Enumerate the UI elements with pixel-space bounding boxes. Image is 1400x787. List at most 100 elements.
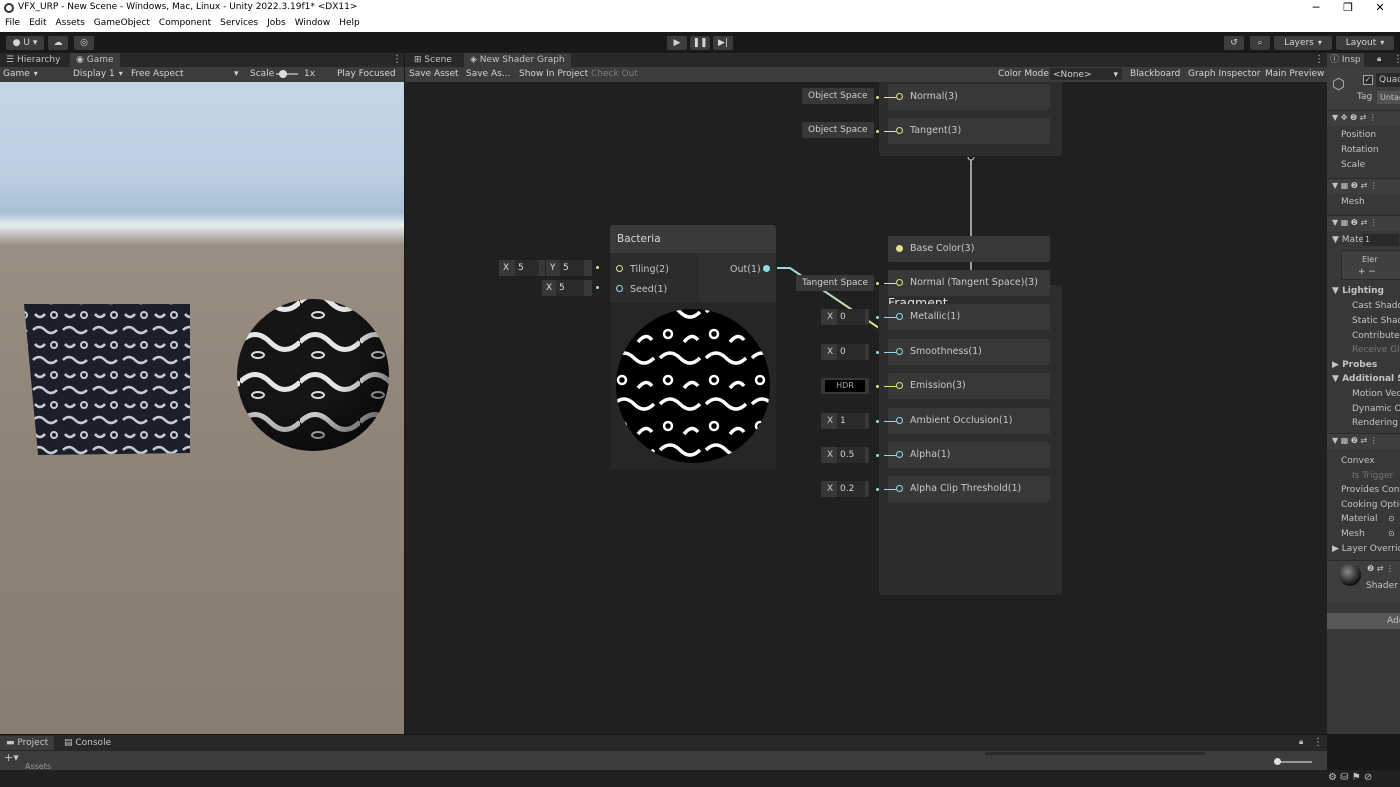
tab-project[interactable]: ▬ Project: [0, 736, 55, 750]
cloud-icon[interactable]: ☁: [48, 36, 68, 50]
fragment-port[interactable]: Smoothness(1): [888, 339, 1050, 365]
material-element[interactable]: Eler: [1362, 255, 1378, 264]
color-mode-dropdown[interactable]: <None> ▾: [1050, 68, 1122, 80]
fragment-port-pin[interactable]: [896, 382, 903, 389]
maximize-button[interactable]: ❐: [1334, 0, 1362, 16]
game-mode-dropdown[interactable]: Game: [3, 67, 38, 81]
vertex-normal-port[interactable]: Normal(3): [888, 84, 1050, 110]
pause-button[interactable]: ❚❚: [690, 36, 710, 50]
additional-settings-foldout[interactable]: ▼ Additional Se: [1332, 374, 1400, 384]
bacteria-node-header[interactable]: Bacteria: [610, 225, 776, 253]
object-space-chip[interactable]: Object Space: [802, 122, 874, 138]
vertex-port-pin[interactable]: [896, 93, 903, 100]
fragment-port-pin[interactable]: [896, 348, 903, 355]
tab-shader-graph[interactable]: ◈ New Shader Graph: [464, 53, 571, 67]
fragment-port[interactable]: Alpha(1): [888, 442, 1050, 468]
icon-size-slider-handle[interactable]: [1274, 758, 1281, 765]
collab-icon[interactable]: ◎: [74, 36, 94, 50]
history-icon[interactable]: ↺: [1224, 36, 1244, 50]
layers-dropdown[interactable]: Layers: [1274, 36, 1332, 50]
status-icons[interactable]: ⚙ ⛁ ⚑ ⊘: [1328, 772, 1372, 783]
add-component-button[interactable]: Add C: [1327, 613, 1400, 629]
menu-help[interactable]: Help: [334, 16, 364, 32]
object-space-chip[interactable]: Object Space: [802, 88, 874, 104]
play-focused-dropdown[interactable]: Play Focused: [337, 67, 396, 81]
fragment-port[interactable]: Alpha Clip Threshold(1): [888, 476, 1050, 502]
tiling-x-input[interactable]: 5: [515, 260, 539, 276]
fragment-port-pin[interactable]: [896, 451, 903, 458]
fragment-port-pin[interactable]: [896, 485, 903, 492]
tab-hierarchy[interactable]: ☰ Hierarchy: [0, 53, 66, 67]
lock-icon[interactable]: 🔒︎: [1377, 54, 1381, 64]
lock-icon[interactable]: 🔒︎: [1299, 737, 1303, 747]
menu-window[interactable]: Window: [290, 16, 335, 32]
tab-console[interactable]: ▤ Console: [58, 736, 117, 750]
emission-color-field[interactable]: HDR: [821, 378, 869, 394]
fragment-port[interactable]: Base Color(3): [888, 236, 1050, 262]
tiling-pin[interactable]: [616, 265, 623, 272]
seed-pin[interactable]: [616, 285, 623, 292]
game-viewport[interactable]: [0, 82, 404, 734]
show-in-project-button[interactable]: Show In Project: [519, 67, 588, 81]
graph-inspector-button[interactable]: Graph Inspector: [1188, 67, 1260, 81]
account-dropdown[interactable]: ● U ▾: [6, 36, 44, 50]
menu-services[interactable]: Services: [215, 16, 262, 32]
search-field[interactable]: [985, 752, 1205, 755]
more-icon[interactable]: ⋮: [1313, 737, 1323, 748]
mesh-collider-header[interactable]: ▼ ▦ ❷ ⇄ ⋮: [1327, 433, 1400, 449]
save-asset-button[interactable]: Save Asset: [409, 67, 459, 81]
out-pin[interactable]: [763, 265, 770, 272]
close-button[interactable]: ✕: [1366, 0, 1394, 16]
menu-edit[interactable]: Edit: [24, 16, 50, 32]
vertex-tangent-port[interactable]: Tangent(3): [888, 118, 1050, 144]
seed-x-input[interactable]: 5: [556, 280, 584, 296]
fragment-port-pin[interactable]: [896, 245, 903, 252]
probes-foldout[interactable]: ▶ Probes: [1332, 360, 1377, 370]
play-button[interactable]: ▶: [667, 36, 687, 50]
material-picker-icon[interactable]: ⊙: [1388, 514, 1395, 523]
fragment-port-pin[interactable]: [896, 417, 903, 424]
more-icon[interactable]: ⋮: [1314, 54, 1324, 65]
menu-assets[interactable]: Assets: [51, 16, 89, 32]
add-material-button[interactable]: + −: [1358, 267, 1376, 277]
layer-overrides-foldout[interactable]: ▶ Layer Override: [1332, 544, 1400, 554]
tiling-y-input[interactable]: 5: [560, 260, 584, 276]
value-input[interactable]: 0.5: [837, 447, 865, 463]
fragment-port-pin[interactable]: [896, 279, 903, 286]
main-preview-button[interactable]: Main Preview: [1265, 67, 1324, 81]
save-as-button[interactable]: Save As...: [466, 67, 510, 81]
create-button[interactable]: +▾: [4, 751, 19, 764]
value-input[interactable]: 1: [837, 413, 865, 429]
object-name-field[interactable]: Quad: [1376, 73, 1400, 87]
layout-dropdown[interactable]: Layout: [1336, 36, 1394, 50]
mesh-filter-header[interactable]: ▼ ▦ ❷ ⇄ ⋮: [1327, 178, 1400, 194]
active-checkbox[interactable]: ✓: [1363, 75, 1373, 85]
material-header-icons[interactable]: ❷ ⇄ ⋮: [1367, 564, 1394, 573]
tab-inspector[interactable]: ⓘ Insp: [1327, 53, 1364, 67]
fragment-port[interactable]: Ambient Occlusion(1): [888, 408, 1050, 434]
transform-header[interactable]: ▼ ✥ ❷ ⇄ ⋮: [1327, 110, 1400, 126]
blackboard-button[interactable]: Blackboard: [1130, 67, 1180, 81]
menu-component[interactable]: Component: [154, 16, 215, 32]
mesh-renderer-header[interactable]: ▼ ▦ ❷ ⇄ ⋮: [1327, 215, 1400, 231]
menu-file[interactable]: File: [0, 16, 24, 32]
value-input[interactable]: 0: [837, 344, 865, 360]
quad-object[interactable]: [24, 304, 190, 455]
search-icon[interactable]: ⌕: [1250, 36, 1270, 50]
menu-gameobject[interactable]: GameObject: [89, 16, 154, 32]
minimize-button[interactable]: ─: [1302, 0, 1330, 16]
space-chip[interactable]: Tangent Space: [796, 275, 874, 291]
step-button[interactable]: ▶|: [713, 36, 733, 50]
fragment-port[interactable]: Metallic(1): [888, 304, 1050, 330]
material-thumbnail[interactable]: [1339, 564, 1361, 586]
tab-scene[interactable]: ⊞ Scene: [408, 53, 458, 67]
vertex-port-pin[interactable]: [896, 127, 903, 134]
mesh-picker-icon[interactable]: ⊙: [1388, 529, 1395, 538]
materials-foldout[interactable]: ▼ Mate: [1332, 235, 1364, 245]
fragment-port-pin[interactable]: [896, 313, 903, 320]
value-input[interactable]: 0.2: [837, 481, 865, 497]
bacteria-node[interactable]: Bacteria Tiling(2) Seed(1) Out(1): [609, 224, 777, 471]
fragment-block[interactable]: Fragment: [878, 284, 1063, 596]
display-dropdown[interactable]: Display 1: [73, 67, 123, 81]
scale-slider-handle[interactable]: [279, 70, 287, 78]
